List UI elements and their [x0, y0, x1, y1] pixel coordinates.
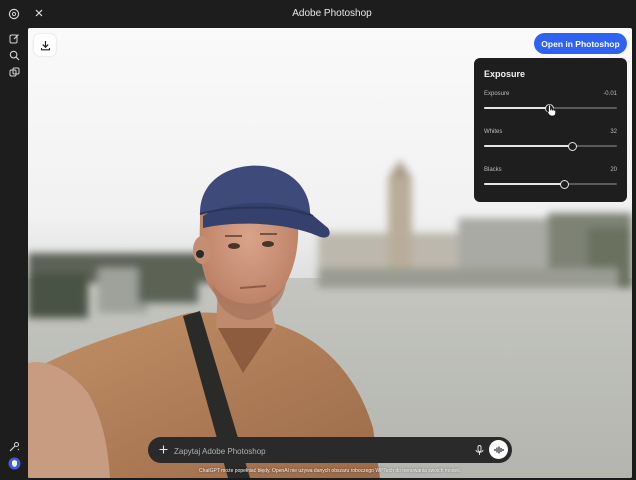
- microphone-icon: [475, 444, 483, 455]
- shield-icon[interactable]: [7, 456, 21, 470]
- prompt-input[interactable]: [172, 442, 466, 460]
- window-title: Adobe Photoshop: [292, 8, 372, 19]
- edit-icon[interactable]: [7, 31, 21, 45]
- openai-logo-icon[interactable]: [7, 7, 21, 21]
- open-in-photoshop-button[interactable]: Open in Photoshop: [534, 33, 627, 54]
- slider-fill: [484, 145, 572, 147]
- slider-handle[interactable]: [567, 142, 577, 151]
- slider-fill: [484, 107, 550, 109]
- exposure-panel: Exposure Exposure -0.01 Whites 32 Blacks…: [474, 58, 627, 202]
- waveform-icon: [493, 446, 504, 453]
- hand-cursor-icon: [546, 104, 557, 117]
- slider-value: -0.01: [603, 91, 617, 97]
- plus-icon: [159, 445, 167, 453]
- download-icon: [40, 40, 50, 50]
- left-sidebar: [0, 0, 29, 480]
- slider-handle[interactable]: [559, 180, 569, 189]
- tools-icon[interactable]: [7, 439, 21, 453]
- download-button[interactable]: [34, 34, 56, 56]
- slider-label: Blacks: [484, 167, 502, 173]
- slider-track[interactable]: [484, 180, 617, 189]
- slider-track[interactable]: [484, 142, 617, 151]
- slider-value: 20: [610, 167, 617, 173]
- window-header: Adobe Photoshop: [28, 0, 636, 28]
- slider-value: 32: [610, 129, 617, 135]
- panel-title: Exposure: [484, 69, 526, 79]
- search-icon[interactable]: [7, 48, 21, 62]
- disclaimer-text: ChatGPT może popełniać błędy. OpenAI nie…: [199, 468, 461, 474]
- add-attachment-button[interactable]: [156, 442, 170, 456]
- voice-mode-button[interactable]: [489, 440, 508, 459]
- library-icon[interactable]: [7, 65, 21, 79]
- slider-label: Exposure: [484, 91, 510, 97]
- slider-fill: [484, 183, 564, 185]
- dictate-button[interactable]: [472, 443, 486, 457]
- photo-canvas[interactable]: Open in Photoshop Exposure Exposure -0.0…: [28, 28, 632, 478]
- prompt-composer: [148, 437, 512, 463]
- slider-label: Whites: [484, 129, 503, 135]
